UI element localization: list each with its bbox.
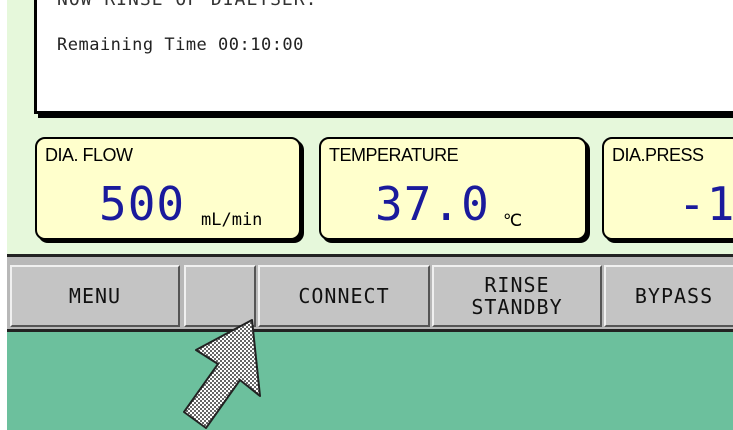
dia-flow-unit: mL/min xyxy=(201,210,263,230)
dia-press-readout: DIA.PRESS -1 xyxy=(602,137,733,240)
dialysis-screen: NOW RINSE OF DIALYSER. Remaining Time 00… xyxy=(0,0,733,430)
left-edge xyxy=(0,0,7,430)
temperature-unit: ℃ xyxy=(503,211,523,231)
button-bar: MENU CONNECT RINSE STANDBY BYPASS xyxy=(0,254,733,332)
dia-press-label: DIA.PRESS xyxy=(612,145,704,165)
bypass-button[interactable]: BYPASS xyxy=(604,265,733,327)
temperature-readout: TEMPERATURE 37.0 ℃ xyxy=(319,137,587,240)
menu-button[interactable]: MENU xyxy=(10,265,180,327)
arrow-pointer-icon xyxy=(183,319,261,429)
dia-press-value: -1 xyxy=(678,177,733,231)
dia-flow-readout: DIA. FLOW 500 mL/min xyxy=(35,137,301,240)
temperature-value: 37.0 xyxy=(375,177,490,231)
message-line-1: NOW RINSE OF DIALYSER. xyxy=(57,0,317,9)
message-panel: NOW RINSE OF DIALYSER. Remaining Time 00… xyxy=(34,0,733,114)
bottom-status-area xyxy=(0,332,733,430)
rinse-standby-label-line1: RINSE xyxy=(484,273,550,297)
dia-flow-value: 500 xyxy=(99,177,186,231)
rinse-standby-button[interactable]: RINSE STANDBY xyxy=(432,265,602,327)
dia-flow-label: DIA. FLOW xyxy=(45,145,133,165)
remaining-time-text: Remaining Time 00:10:00 xyxy=(57,35,304,55)
rinse-standby-label-line2: STANDBY xyxy=(471,295,563,319)
temperature-label: TEMPERATURE xyxy=(329,145,459,165)
connect-button[interactable]: CONNECT xyxy=(258,265,430,327)
